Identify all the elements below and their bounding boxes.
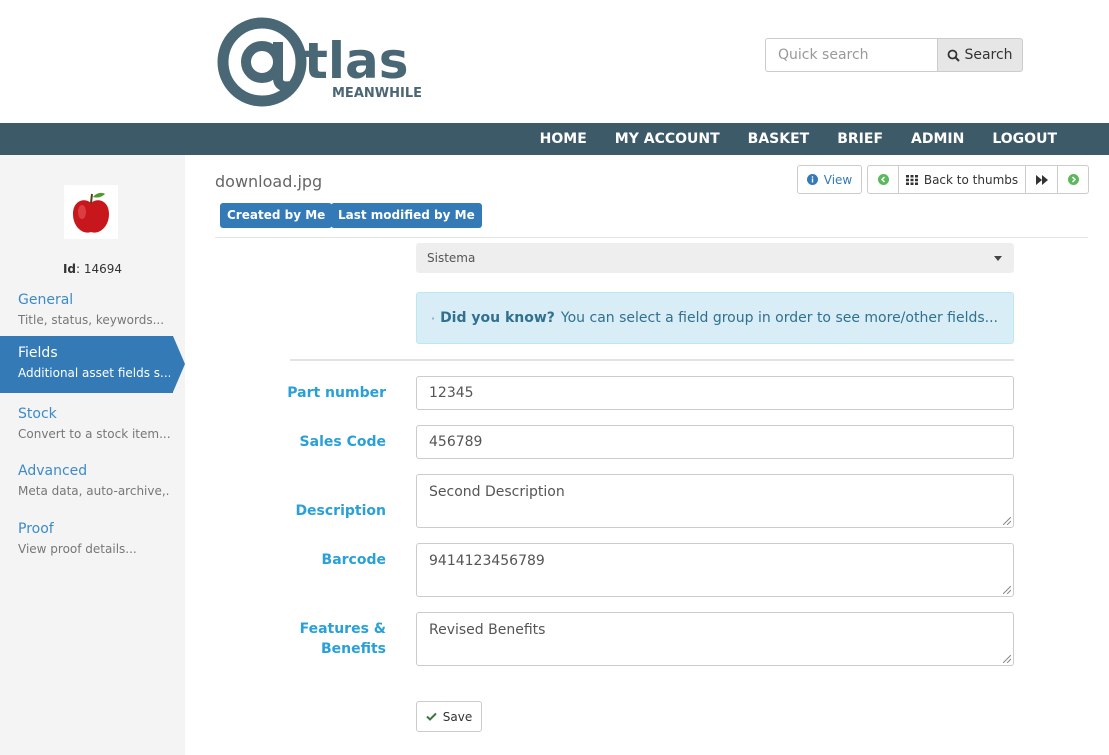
logo-text: tlas: [304, 32, 409, 90]
asset-thumbnail[interactable]: [64, 185, 118, 239]
back-to-thumbs-label: Back to thumbs: [923, 172, 1019, 187]
created-by-badge[interactable]: Created by Me: [220, 203, 333, 228]
arrow-circle-up-icon: [432, 316, 435, 320]
features-benefits-textarea[interactable]: Revised Benefits: [416, 612, 1014, 666]
fast-forward-icon: [1035, 174, 1048, 185]
features-benefits-label-line1: Features &: [299, 621, 386, 637]
asset-id-value: : 14694: [76, 262, 123, 276]
search-input[interactable]: [765, 38, 937, 72]
caret-down-icon: [994, 256, 1002, 261]
field-group-select[interactable]: Sistema: [416, 243, 1014, 273]
part-number-input[interactable]: 12345: [416, 376, 1014, 410]
arrow-circle-right-icon: [1067, 174, 1079, 185]
sidebar-item-subtitle: View proof details...: [18, 542, 137, 556]
grid-icon: [905, 174, 918, 185]
resize-handle-icon[interactable]: [1003, 517, 1011, 525]
sidebar-item-title: General: [18, 292, 74, 308]
sidebar-item-title: Stock: [18, 406, 57, 422]
description-value: Second Description: [429, 484, 565, 500]
divider: [215, 237, 1088, 238]
sidebar: Id: 14694 General Title, status, keyword…: [0, 155, 185, 755]
atlas-logo[interactable]: tlas MEANWHILE: [216, 12, 421, 110]
header: tlas MEANWHILE Search: [0, 0, 1109, 123]
sidebar-item-title: Fields: [18, 345, 58, 361]
nav-brief[interactable]: BRIEF: [823, 123, 897, 155]
nav-my-account[interactable]: MY ACCOUNT: [601, 123, 734, 155]
part-number-label: Part number: [287, 385, 386, 401]
sidebar-item-subtitle: Meta data, auto-archive,...: [18, 484, 170, 498]
fast-forward-button[interactable]: [1025, 165, 1058, 194]
asset-id-label: Id: [62, 262, 77, 276]
sidebar-item-subtitle: Convert to a stock item...: [18, 427, 170, 441]
sidebar-item-advanced[interactable]: Advanced Meta data, auto-archive,...: [0, 454, 185, 511]
resize-handle-icon[interactable]: [1003, 586, 1011, 594]
features-benefits-label: Features & Benefits: [270, 619, 386, 659]
view-button[interactable]: View: [797, 165, 862, 194]
description-textarea[interactable]: Second Description: [416, 474, 1014, 528]
modified-by-badge[interactable]: Last modified by Me: [331, 203, 482, 228]
sales-code-label: Sales Code: [299, 434, 386, 450]
barcode-label: Barcode: [321, 552, 386, 568]
sidebar-item-subtitle: Additional asset fields s...: [18, 366, 170, 380]
arrow-circle-left-icon: [877, 174, 889, 185]
barcode-value: 9414123456789: [429, 553, 545, 569]
main-content: download.jpg Created by Me Last modified…: [185, 155, 1109, 755]
sidebar-item-stock[interactable]: Stock Convert to a stock item...: [0, 397, 185, 454]
back-to-thumbs-button[interactable]: Back to thumbs: [898, 165, 1026, 194]
barcode-textarea[interactable]: 9414123456789: [416, 543, 1014, 597]
asset-filename: download.jpg: [215, 172, 323, 191]
sidebar-item-proof[interactable]: Proof View proof details...: [0, 512, 185, 569]
sales-code-input[interactable]: 456789: [416, 425, 1014, 459]
save-button[interactable]: Save: [416, 701, 482, 732]
did-you-know-alert: Did you know? You can select a field gro…: [416, 292, 1014, 344]
sidebar-item-title: Advanced: [18, 463, 88, 479]
alert-bold-text: Did you know?: [440, 310, 555, 326]
nav-logout[interactable]: LOGOUT: [978, 123, 1071, 155]
nav-home[interactable]: HOME: [526, 123, 601, 155]
alert-text: You can select a field group in order to…: [560, 310, 998, 326]
search-group: Search: [765, 38, 1023, 72]
logo-subtitle: MEANWHILE: [332, 86, 421, 101]
features-benefits-label-line2: Benefits: [320, 641, 386, 657]
search-button[interactable]: Search: [937, 38, 1023, 72]
previous-button[interactable]: [867, 165, 899, 194]
asset-id: Id: 14694: [0, 262, 185, 276]
view-button-label: View: [823, 172, 853, 187]
sidebar-item-subtitle: Title, status, keywords...: [18, 313, 165, 327]
sidebar-item-general[interactable]: General Title, status, keywords...: [0, 283, 185, 340]
search-icon: [948, 49, 961, 62]
next-button[interactable]: [1057, 165, 1089, 194]
divider: [290, 359, 1014, 361]
description-label: Description: [295, 503, 386, 519]
sidebar-item-title: Proof: [18, 521, 54, 537]
nav-admin[interactable]: ADMIN: [897, 123, 978, 155]
nav-basket[interactable]: BASKET: [734, 123, 824, 155]
main-navbar: HOME MY ACCOUNT BASKET BRIEF ADMIN LOGOU…: [0, 123, 1109, 155]
save-button-label: Save: [442, 709, 473, 724]
features-benefits-value: Revised Benefits: [429, 622, 546, 638]
sidebar-item-fields[interactable]: Fields Additional asset fields s...: [0, 336, 185, 393]
info-circle-icon: [806, 174, 818, 185]
search-button-label: Search: [964, 47, 1013, 63]
field-group-select-value: Sistema: [427, 251, 476, 265]
check-icon: [426, 712, 437, 721]
resize-handle-icon[interactable]: [1003, 655, 1011, 663]
